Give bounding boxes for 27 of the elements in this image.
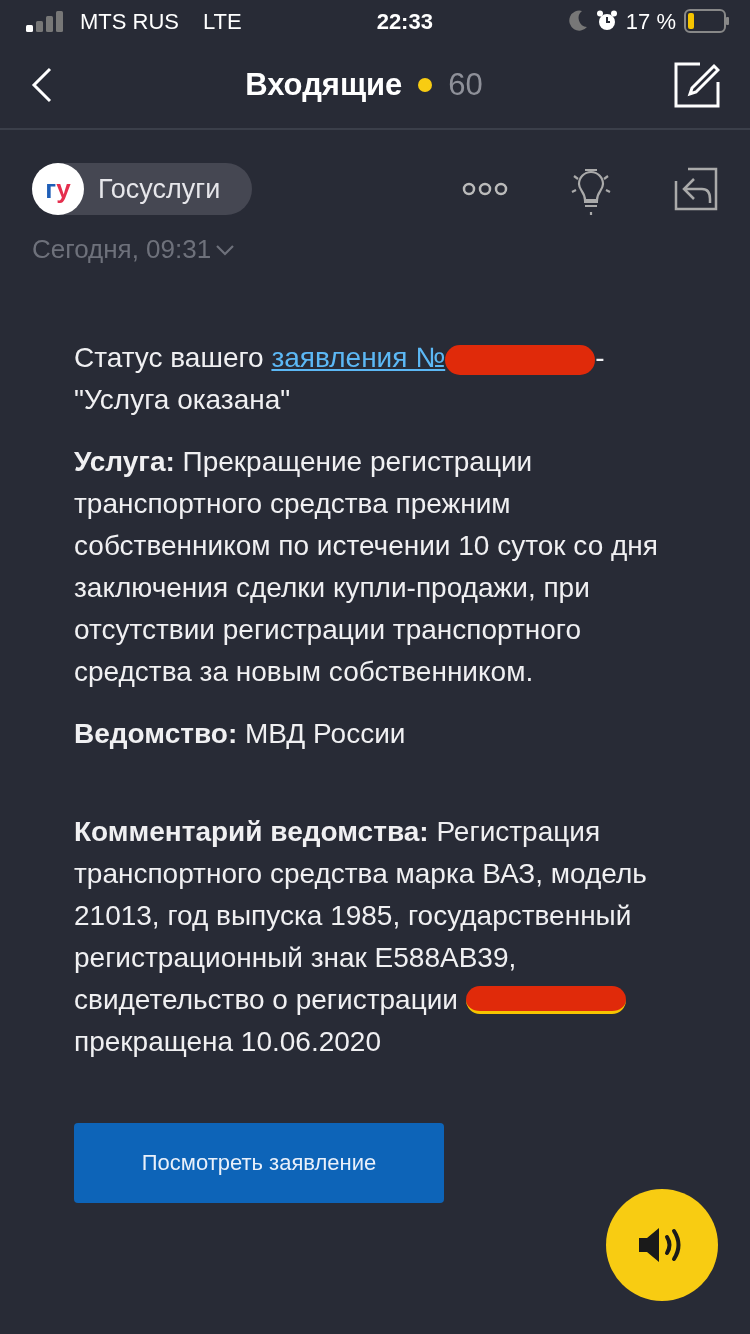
- unread-count: 60: [448, 65, 483, 104]
- comment-end: прекращена 10.06.2020: [74, 1025, 382, 1059]
- reply-icon[interactable]: [674, 167, 718, 211]
- alarm-icon: [595, 10, 618, 32]
- chevron-down-icon[interactable]: [215, 243, 236, 256]
- unread-dot-icon: [418, 78, 433, 92]
- moon-icon: [567, 10, 588, 32]
- battery-percent: 17 %: [625, 7, 676, 36]
- status-text: "Услуга оказана": [74, 384, 291, 415]
- message-date: Сегодня, 09:31: [32, 233, 212, 266]
- battery-icon: [684, 9, 730, 33]
- back-icon[interactable]: [30, 67, 54, 103]
- application-link[interactable]: заявления №: [271, 342, 446, 373]
- sender-logo: гу: [32, 163, 84, 215]
- compose-icon[interactable]: [674, 62, 720, 108]
- view-application-button[interactable]: Посмотреть заявление: [74, 1123, 444, 1203]
- certificate-label: свидетельство о регистрации: [74, 983, 458, 1017]
- inbox-title: Входящие: [245, 65, 403, 104]
- clock: 22:33: [376, 7, 433, 36]
- sender-chip[interactable]: гу Госуслуги: [32, 163, 253, 215]
- network-type: LTE: [203, 7, 242, 36]
- message-paragraph: Ведомство: МВД России: [74, 717, 407, 751]
- more-icon[interactable]: [462, 182, 508, 196]
- carrier-name: MTS RUS: [80, 7, 179, 36]
- dash-text: -: [595, 342, 605, 373]
- message-paragraph: Услуга: Прекращение регистрации транспортного средства прежним собственником по истечении 10 суток со дня заключения сделки купли-продажи, при отсутствии регистрации транспортного средства за новым собственником.: [74, 445, 659, 689]
- status-line: Статус вашего заявления №: [74, 342, 446, 373]
